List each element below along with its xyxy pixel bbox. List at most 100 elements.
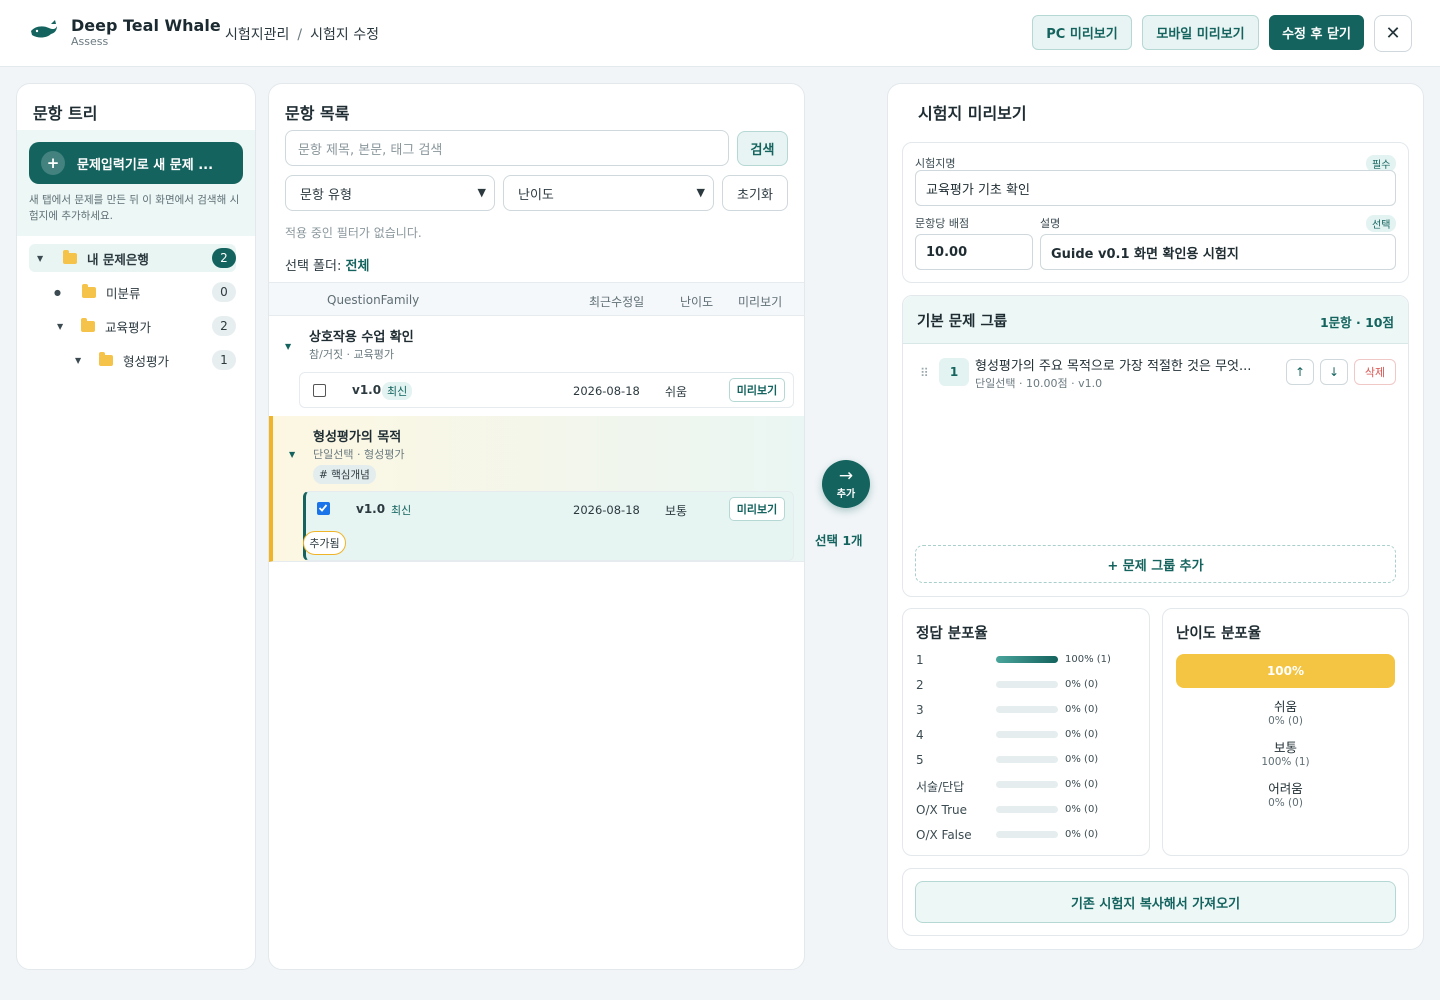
tree-item-label: 내 문제은행: [87, 251, 149, 267]
difficulty-distribution-card: [1162, 608, 1409, 856]
caret-down-icon[interactable]: ▼: [75, 356, 87, 365]
tree-item-label: 형성평가: [123, 353, 170, 369]
answer-label: O/X False: [916, 828, 972, 842]
brand-name: Deep Teal Whale: [71, 16, 221, 35]
breadcrumb: 시험지관리 / 시험지 수정: [225, 24, 379, 44]
tree-item-count: 2: [212, 316, 236, 336]
score-input[interactable]: 10.00: [915, 234, 1033, 270]
added-badge: 추가됨: [303, 531, 346, 555]
latest-badge: 최신: [382, 382, 413, 400]
preview-button[interactable]: 미리보기: [729, 497, 785, 521]
tree-item-label: 교육평가: [105, 319, 152, 335]
answer-value: 0% (0): [1065, 829, 1099, 840]
difficulty-value: 0% (0): [1268, 797, 1303, 809]
tree-title: 문항 트리: [33, 104, 98, 123]
tree-item-my-bank[interactable]: ▼ 내 문제은행 2: [29, 244, 236, 272]
save-and-close-button[interactable]: 수정 후 닫기: [1269, 15, 1364, 50]
search-button[interactable]: 검색: [737, 131, 788, 166]
answer-label: 4: [916, 728, 924, 742]
new-question-help: 새 탭에서 문제를 만든 뒤 이 화면에서 검색해 시험지에 추가하세요.: [29, 194, 240, 222]
group-title: 기본 문제 그룹: [917, 314, 1008, 330]
breadcrumb-item-current: 시험지 수정: [310, 27, 379, 43]
version-checkbox-checked[interactable]: [317, 502, 330, 515]
column-header-family: QuestionFamily: [327, 293, 420, 307]
version-number: v1.0: [352, 383, 382, 397]
arrow-up-icon: ↑: [1294, 365, 1306, 379]
family-title[interactable]: 형성평가의 목적: [313, 426, 401, 445]
difficulty-select[interactable]: 난이도 ▼: [503, 175, 714, 211]
difficulty-bar: 100%: [1176, 654, 1395, 688]
close-icon: ✕: [1385, 23, 1401, 44]
caret-down-icon[interactable]: ▼: [57, 322, 69, 331]
version-date: 2026-08-18: [573, 503, 640, 517]
chevron-down-icon: ▼: [696, 186, 705, 199]
answer-label: 5: [916, 753, 924, 767]
column-header-difficulty: 난이도: [680, 295, 714, 309]
answer-bar-track: [996, 806, 1058, 813]
move-up-button[interactable]: ↑: [1286, 359, 1314, 385]
tree-item-edu-eval[interactable]: ▼ 교육평가 2: [57, 312, 236, 340]
version-number: v1.0: [356, 502, 386, 516]
caret-down-icon[interactable]: ▼: [37, 254, 49, 263]
tree-item-count: 1: [212, 350, 236, 370]
answer-value: 0% (0): [1065, 704, 1099, 715]
mobile-preview-button[interactable]: 모바일 미리보기: [1142, 15, 1259, 50]
answer-label: 3: [916, 703, 924, 717]
difficulty-label: 어려움: [1268, 781, 1303, 796]
answer-bar-track: [996, 656, 1058, 663]
tree-item-formative[interactable]: ▼ 형성평가 1: [75, 346, 236, 374]
arrow-down-icon: ↓: [1328, 365, 1340, 379]
folder-icon: [63, 249, 77, 264]
breadcrumb-separator: /: [297, 27, 303, 43]
pc-preview-button[interactable]: PC 미리보기: [1032, 15, 1132, 50]
tree-item-label: 미분류: [106, 285, 141, 301]
selected-count: 선택 1개: [815, 533, 863, 548]
description-input[interactable]: Guide v0.1 화면 확인용 시험지: [1040, 234, 1396, 270]
add-to-exam-button[interactable]: → 추가: [822, 460, 870, 508]
family-subtitle: 참/거짓 · 교육평가: [309, 348, 395, 361]
family-tag: # 핵심개념: [313, 465, 376, 484]
preview-button[interactable]: 미리보기: [729, 378, 785, 402]
question-number: 1: [939, 358, 969, 386]
selected-folder-label: 선택 폴더:: [285, 259, 342, 274]
difficulty-value: 난이도: [518, 187, 554, 203]
latest-badge: 최신: [391, 504, 412, 517]
new-question-button[interactable]: + 문제입력기로 새 문제 ...: [29, 142, 243, 184]
caret-down-icon[interactable]: ▼: [285, 342, 291, 351]
arrow-right-icon: →: [838, 466, 854, 486]
answer-value: 0% (0): [1065, 779, 1099, 790]
question-type-select[interactable]: 문항 유형 ▼: [285, 175, 495, 211]
breadcrumb-item[interactable]: 시험지관리: [225, 27, 289, 43]
caret-down-icon[interactable]: ▼: [289, 450, 295, 459]
difficulty-distribution-title: 난이도 분포율: [1176, 626, 1262, 642]
copy-existing-exam-button[interactable]: 기존 시험지 복사해서 가져오기: [915, 881, 1396, 923]
no-filter-text: 적용 중인 필터가 없습니다.: [285, 226, 422, 240]
whale-logo-icon: [31, 20, 57, 38]
answer-value: 0% (0): [1065, 804, 1099, 815]
add-label: 추가: [836, 489, 856, 500]
delete-button[interactable]: 삭제: [1354, 359, 1396, 385]
answer-label: 서술/단답: [916, 780, 965, 794]
folder-icon: [81, 317, 95, 332]
tree-item-count: 0: [212, 282, 236, 302]
group-count: 1문항 · 10점: [1319, 315, 1394, 330]
move-down-button[interactable]: ↓: [1320, 359, 1348, 385]
score-label: 문항당 배점: [915, 217, 970, 230]
answer-bar-track: [996, 781, 1058, 788]
exam-name-input[interactable]: 교육평가 기초 확인: [915, 170, 1396, 206]
family-title[interactable]: 상호작용 수업 확인: [309, 326, 414, 345]
optional-badge: 선택: [1366, 215, 1397, 232]
reset-button[interactable]: 초기화: [722, 175, 788, 211]
version-date: 2026-08-18: [573, 384, 640, 398]
search-input[interactable]: 문항 제목, 본문, 태그 검색: [285, 130, 729, 166]
plus-icon: +: [41, 151, 65, 175]
group-header: 기본 문제 그룹 1문항 · 10점: [903, 296, 1408, 344]
version-row: v1.0 최신 2026-08-18 쉬움 미리보기: [299, 372, 794, 408]
selected-folder: 선택 폴더: 전체: [285, 255, 369, 274]
add-group-button[interactable]: + 문제 그룹 추가: [915, 545, 1396, 583]
drag-handle-icon[interactable]: ⠿: [920, 366, 929, 380]
close-button[interactable]: ✕: [1374, 15, 1412, 52]
version-checkbox[interactable]: [313, 384, 326, 397]
column-header-preview: 미리보기: [738, 295, 783, 309]
tree-item-unclassified[interactable]: ● 미분류 0: [54, 278, 236, 306]
